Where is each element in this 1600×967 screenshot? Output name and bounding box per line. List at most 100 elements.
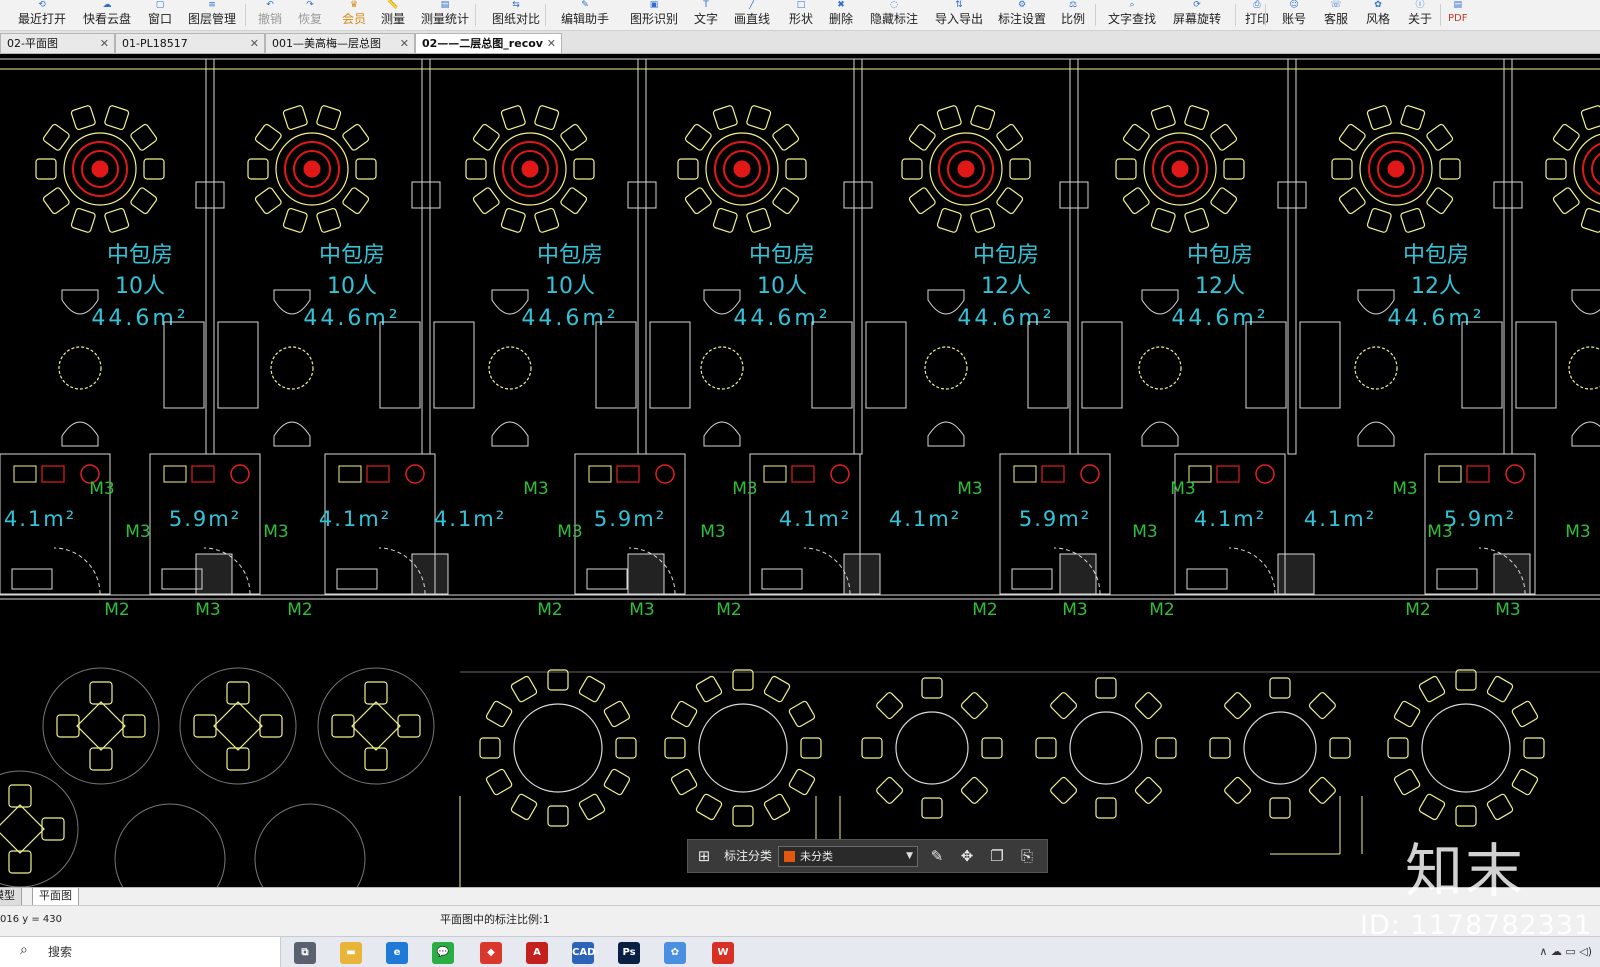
door-tag: M3 — [89, 479, 114, 499]
copy-icon[interactable]: ❐ — [987, 846, 1007, 866]
column — [627, 181, 657, 209]
edit-assistant-button[interactable]: ✎ 编辑助手 — [561, 0, 609, 30]
partition-wall — [853, 58, 863, 455]
armchair — [1571, 421, 1600, 447]
taskbar-search[interactable]: ⌕ 搜索 — [0, 937, 281, 967]
text-button[interactable]: T 文字 — [694, 0, 718, 30]
side-table — [488, 346, 532, 390]
file-explorer-icon[interactable]: ▬ — [340, 942, 362, 964]
scale-label: 比例 — [1061, 12, 1086, 26]
paste-icon[interactable]: ⎘ — [1017, 846, 1037, 866]
chair — [936, 207, 962, 233]
service-button[interactable]: ☏ 客服 — [1324, 0, 1348, 30]
delete-button[interactable]: ✖ 删除 — [829, 0, 853, 30]
round-table — [1243, 711, 1317, 785]
text-search-button[interactable]: ⌕ 文字查找 — [1108, 0, 1156, 30]
room-area: 44.6m² — [91, 306, 188, 331]
four-seat-table — [42, 667, 160, 785]
autocad-icon[interactable]: A — [526, 942, 548, 964]
chair — [193, 714, 217, 738]
side-table — [700, 346, 744, 390]
chair — [282, 105, 308, 131]
about-button[interactable]: ⓘ 关于 — [1408, 0, 1432, 30]
cad-canvas[interactable]: 中包房 10人 44.6m² 中包房 10人 44.6m² 中包房 10人 44.6m² 中包房 1… — [0, 54, 1600, 887]
rotate-icon: ⟳ — [1193, 0, 1201, 10]
pdf-button[interactable]: ▤ PDF — [1448, 0, 1467, 30]
document-tab[interactable]: 01-PL18517 ✕ — [115, 33, 265, 53]
chair — [1426, 187, 1454, 215]
partition-wall — [1503, 58, 1513, 455]
close-icon[interactable]: ✕ — [250, 34, 259, 53]
room-name: 中包房 — [107, 243, 173, 268]
tab-model[interactable]: 模型 — [0, 888, 22, 906]
shape-recognize-button[interactable]: ▣ 图形识别 — [630, 0, 678, 30]
move-icon[interactable]: ✥ — [957, 846, 977, 866]
column-hatched — [1059, 553, 1097, 595]
basin — [338, 465, 362, 483]
close-icon[interactable]: ✕ — [547, 34, 556, 53]
close-icon[interactable]: ✕ — [100, 34, 109, 53]
chair — [908, 187, 936, 215]
fixture — [366, 465, 390, 483]
wps-icon[interactable]: W — [712, 942, 734, 964]
grid-icon[interactable]: ⊞ — [694, 846, 714, 866]
toolbar-separator — [1265, 4, 1266, 26]
armchair — [491, 421, 529, 447]
document-tab[interactable]: 001—美高梅—层总图 ✕ — [265, 33, 415, 53]
measure-stats-button[interactable]: ▤ 测量统计 — [421, 0, 469, 30]
room-capacity: 10人 — [115, 274, 165, 299]
screen-rotate-button[interactable]: ⟳ 屏幕旋转 — [1173, 0, 1221, 30]
undo-button[interactable]: ↶ 撤销 — [258, 0, 282, 30]
cad-viewer-icon[interactable]: CAD — [572, 942, 595, 964]
measure-button[interactable]: 📏 测量 — [381, 0, 405, 30]
chair — [1552, 123, 1580, 151]
annotation-category-select[interactable]: 未分类 ▼ — [778, 846, 918, 867]
style-button[interactable]: ✿ 风格 — [1366, 0, 1390, 30]
photoshop-icon[interactable]: Ps — [618, 942, 640, 964]
document-tab[interactable]: 02-平面图 ✕ — [0, 33, 115, 53]
round-fixture — [1505, 464, 1525, 484]
drawing-compare-button[interactable]: ⇆ 图纸对比 — [492, 0, 540, 30]
shape-button[interactable]: □ 形状 — [789, 0, 813, 30]
task-view-icon[interactable]: ⧉ — [294, 942, 316, 964]
chair — [500, 105, 526, 131]
chair — [788, 700, 816, 728]
chair — [355, 158, 377, 180]
scale-button[interactable]: ⚖ 比例 — [1061, 0, 1085, 30]
photos-icon[interactable]: ✿ — [664, 942, 686, 964]
chair — [41, 817, 65, 841]
app-red-icon[interactable]: ◆ — [480, 942, 502, 964]
round-fixture — [230, 464, 250, 484]
door-tag: M3 — [1427, 522, 1452, 542]
annotation-settings-button[interactable]: ⚙ 标注设置 — [998, 0, 1046, 30]
column — [1277, 181, 1307, 209]
fixture — [1216, 465, 1240, 483]
redo-button[interactable]: ↷ 恢复 — [298, 0, 322, 30]
recent-open-button[interactable]: ⟲ 最近打开 — [18, 0, 66, 30]
layer-manage-button[interactable]: ≡ 图层管理 — [188, 0, 236, 30]
member-button[interactable]: ♛ 会员 — [342, 0, 366, 30]
edge-browser-icon[interactable]: e — [386, 942, 408, 964]
document-tab[interactable]: 02——二层总图_recov ✕ — [415, 33, 562, 53]
private-room: 中包房 10人 44.6m² — [247, 105, 398, 447]
wechat-icon[interactable]: 💬 — [432, 942, 454, 964]
hide-annotation-button[interactable]: ◌ 隐藏标注 — [870, 0, 918, 30]
armchair — [703, 421, 741, 447]
edit-icon[interactable]: ✎ — [927, 846, 947, 866]
close-icon[interactable]: ✕ — [400, 34, 409, 53]
chair — [104, 105, 130, 131]
line-button[interactable]: ╱ 画直线 — [734, 0, 770, 30]
toolbar-separator — [545, 4, 546, 26]
round-dining-table — [479, 669, 637, 827]
import-export-button[interactable]: ⇅ 导入导出 — [935, 0, 983, 30]
line-label: 画直线 — [734, 12, 771, 26]
cloud-disk-button[interactable]: ☁ 快看云盘 — [83, 0, 131, 30]
round-table — [513, 703, 603, 793]
folder-clock-icon: ⟲ — [38, 0, 46, 10]
window-button[interactable]: ▢ 窗口 — [148, 0, 172, 30]
chair — [510, 675, 538, 703]
account-button[interactable]: ☺ 账号 — [1282, 0, 1306, 30]
hide-annotation-label: 隐藏标注 — [870, 12, 919, 26]
round-table — [1421, 703, 1511, 793]
tab-floor-plan[interactable]: 平面图 — [32, 888, 79, 906]
